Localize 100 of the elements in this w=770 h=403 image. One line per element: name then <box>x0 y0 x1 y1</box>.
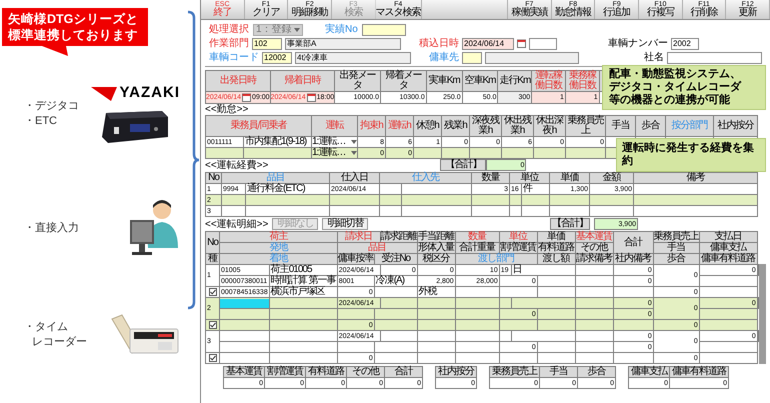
triangle-icon <box>90 86 117 101</box>
column-header: 受注No <box>374 254 418 264</box>
scrollbar[interactable] <box>758 264 766 364</box>
column-header: 単価 <box>537 232 576 242</box>
brand-name: YAZAKI <box>120 83 180 104</box>
calendar-icon[interactable] <box>517 39 526 48</box>
column-header: 数量 <box>472 172 510 184</box>
column-header: 合計 <box>384 366 422 378</box>
column-header: 社内按分 <box>714 116 758 136</box>
column-header: 乗務員売上 <box>566 116 606 136</box>
column-header: 合計重量 <box>455 242 500 254</box>
column-header: 傭車有料道路 <box>699 254 758 264</box>
column-header: その他 <box>346 366 384 378</box>
column-header: 基本運賃 <box>224 366 264 378</box>
table-cell: 冷凍(A) <box>374 276 418 286</box>
column-header: 単位 <box>510 172 550 184</box>
callout-tail <box>42 46 68 56</box>
column-header: 運転 <box>312 116 358 136</box>
input-field[interactable]: 2002 <box>671 38 699 50</box>
input-field[interactable] <box>485 52 579 64</box>
column-header: 空車Km <box>462 70 498 92</box>
checkbox[interactable] <box>208 321 216 329</box>
input-field[interactable]: 12002 <box>262 52 292 64</box>
column-header: 拘束h <box>358 116 386 136</box>
input-field[interactable] <box>462 52 482 64</box>
column-header: 歩合 <box>653 254 700 264</box>
column-header: 傭車有料道路 <box>670 366 728 378</box>
column-header: No <box>206 172 222 184</box>
column-header: 休憩h <box>414 116 442 136</box>
source-label: ・直接入力 <box>24 222 79 236</box>
column-header: 社内按分 <box>436 366 476 378</box>
dropdown-caret-icon <box>351 151 357 155</box>
dropdown-caret-icon <box>351 140 357 144</box>
section-title: <<運転経費>> <box>205 160 268 171</box>
column-header: 休出深夜h <box>534 116 566 136</box>
field-label: 処理選択 <box>209 24 249 34</box>
column-header: 支払日 <box>699 232 758 242</box>
column-header: 帰着日時 <box>270 70 335 92</box>
column-header: 運転h <box>386 116 414 136</box>
column-header: 出発日時 <box>206 70 270 92</box>
column-header: No <box>206 232 220 254</box>
column-header: 走行Km <box>498 70 532 92</box>
column-header: 合計 <box>613 232 654 254</box>
column-header: 形体入量 <box>417 242 456 254</box>
column-header: 品目 <box>337 242 418 254</box>
column-header: 傭車按率 <box>337 254 374 264</box>
column-header: 傭車支払 <box>699 242 758 254</box>
input-field[interactable] <box>667 52 762 64</box>
column-header: 手当 <box>606 116 636 136</box>
calendar-icon[interactable] <box>306 93 316 102</box>
detail-button[interactable]: 明細切替 <box>322 218 368 230</box>
column-header: 発地 <box>220 242 338 254</box>
column-header: 実車Km <box>426 70 462 92</box>
column-header: 残業h <box>442 116 470 136</box>
column-header: 休出残業h <box>502 116 534 136</box>
select-field[interactable]: 1:運転… <box>312 148 357 158</box>
checkbox[interactable] <box>208 288 216 296</box>
input-field[interactable]: 事業部A <box>285 38 401 50</box>
input-field[interactable] <box>529 38 557 50</box>
column-header: 請求日 <box>337 232 380 242</box>
column-header: 基本運賃 <box>575 232 614 242</box>
source-label: ・デジタコ <box>24 100 79 113</box>
checkbox[interactable] <box>208 354 216 362</box>
column-header: 有料道路 <box>537 242 576 254</box>
dropdown-caret-icon <box>294 28 300 32</box>
column-header: 仕入先 <box>380 172 472 184</box>
input-field[interactable]: 2024/06/14 <box>462 38 514 50</box>
input-field[interactable] <box>220 298 269 308</box>
field-label: 傭車先 <box>429 52 459 62</box>
field-label: 車輌コード <box>209 52 259 62</box>
calendar-icon[interactable] <box>242 93 252 102</box>
field-label: 社名 <box>644 52 664 62</box>
input-field[interactable]: 4t冷凍車 <box>295 52 411 64</box>
table-cell: 荷主01005 <box>269 264 338 276</box>
column-header: 歩合 <box>578 366 616 378</box>
column-header: 金額 <box>590 172 634 184</box>
table-cell: 日 <box>511 264 576 276</box>
column-header: 請求備考 <box>575 254 614 264</box>
callout: 運転時に発生する経費を集約 <box>616 138 766 172</box>
source-label: ・タイム <box>24 320 68 334</box>
column-header: 単価 <box>550 172 590 184</box>
field-label: 車輌ナンバー <box>608 38 668 48</box>
column-header: 割増運賃 <box>499 242 538 254</box>
column-header: 単位 <box>499 232 538 242</box>
column-header: 出発メータ <box>334 70 380 92</box>
field-label: 作業部門 <box>209 38 249 48</box>
column-header: 有料道路 <box>306 366 346 378</box>
input-field[interactable]: 102 <box>252 38 282 50</box>
column-header: 手当 <box>653 242 700 254</box>
select-field[interactable]: 1:運転… <box>312 137 357 147</box>
input-field[interactable] <box>362 24 406 36</box>
source-label: ・ETC <box>24 114 57 128</box>
column-header: 歩合 <box>636 116 666 136</box>
column-header: 荷主 <box>220 232 338 242</box>
table-cell: 時間計算 第一事 <box>269 276 338 286</box>
column-header: 手当距離 <box>417 232 456 242</box>
column-header: 数量 <box>455 232 500 242</box>
column-header: 仕入日 <box>330 172 380 184</box>
column-header: 乗務員売上 <box>653 232 700 242</box>
column-header: 帰着メータ <box>380 70 426 92</box>
